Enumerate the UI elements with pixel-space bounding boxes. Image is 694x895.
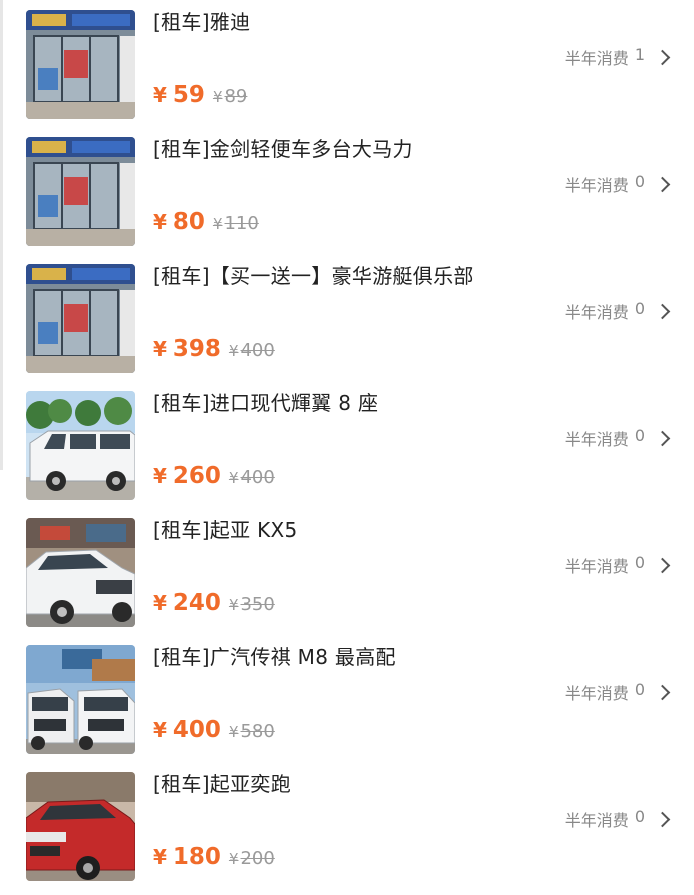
product-thumbnail-red-car[interactable] (26, 772, 135, 881)
consumption-label: 半年消费 (564, 303, 629, 322)
rental-list-page: [租车]雅迪 半年消费 1 ¥59 ¥89 [租车]金剑轻便车多台大马力 半年消… (0, 0, 694, 895)
consumption-label: 半年消费 (564, 811, 629, 830)
chevron-right-icon[interactable] (654, 176, 671, 192)
price-row: ¥59 ¥89 (153, 82, 247, 108)
chevron-right-icon[interactable] (654, 303, 671, 319)
consumption-count: 0 (634, 172, 645, 191)
original-value: 400 (240, 340, 275, 361)
original-value: 89 (224, 86, 248, 107)
original-value: 200 (240, 848, 275, 869)
list-item[interactable]: [租车]起亚奕跑 半年消费 0 ¥180 ¥200 (0, 762, 694, 889)
consumption-label: 半年消费 (564, 557, 629, 576)
consumption-count: 1 (634, 45, 645, 64)
price-value: 398 (172, 336, 221, 362)
price-currency: ¥ (153, 591, 167, 615)
original-value: 400 (240, 467, 275, 488)
product-thumbnail-suv[interactable] (26, 518, 135, 627)
sale-price: ¥180 (153, 844, 221, 870)
list-item[interactable]: [租车]进口现代輝翼 8 座 半年消费 0 ¥260 ¥400 (0, 381, 694, 508)
sale-price: ¥80 (153, 209, 205, 235)
price-currency: ¥ (153, 83, 167, 107)
original-currency: ¥ (228, 723, 239, 741)
list-item[interactable]: [租车]雅迪 半年消费 1 ¥59 ¥89 (0, 0, 694, 127)
product-thumbnail-store[interactable] (26, 137, 135, 246)
sale-price: ¥240 (153, 590, 221, 616)
original-value: 580 (240, 721, 275, 742)
product-thumbnail-mpv[interactable] (26, 645, 135, 754)
price-row: ¥398 ¥400 (153, 336, 275, 362)
price-value: 260 (172, 463, 221, 489)
sale-price: ¥260 (153, 463, 221, 489)
consumption-info[interactable]: 半年消费 1 (564, 45, 671, 69)
original-value: 350 (240, 594, 275, 615)
original-currency: ¥ (212, 215, 223, 233)
chevron-right-icon[interactable] (654, 430, 671, 446)
original-currency: ¥ (228, 469, 239, 487)
original-price: ¥89 (213, 86, 247, 107)
product-title[interactable]: [租车]起亚奕跑 (153, 768, 291, 797)
price-currency: ¥ (153, 210, 167, 234)
sale-price: ¥398 (153, 336, 221, 362)
price-value: 400 (172, 717, 221, 743)
original-currency: ¥ (228, 850, 239, 868)
consumption-info[interactable]: 半年消费 0 (564, 680, 671, 704)
price-currency: ¥ (153, 845, 167, 869)
product-title[interactable]: [租车]金剑轻便车多台大马力 (153, 133, 413, 162)
price-row: ¥260 ¥400 (153, 463, 275, 489)
price-row: ¥400 ¥580 (153, 717, 275, 743)
original-price: ¥400 (229, 467, 275, 488)
sale-price: ¥400 (153, 717, 221, 743)
product-title[interactable]: [租车]进口现代輝翼 8 座 (153, 387, 378, 416)
sale-price: ¥59 (153, 82, 205, 108)
price-value: 180 (172, 844, 221, 870)
original-currency: ¥ (212, 88, 223, 106)
original-currency: ¥ (228, 596, 239, 614)
price-row: ¥240 ¥350 (153, 590, 275, 616)
list-item[interactable]: [租车]起亚 KX5 半年消费 0 ¥240 ¥350 (0, 508, 694, 635)
price-row: ¥180 ¥200 (153, 844, 275, 870)
original-price: ¥400 (229, 340, 275, 361)
original-price: ¥350 (229, 594, 275, 615)
consumption-label: 半年消费 (564, 684, 629, 703)
consumption-count: 0 (634, 553, 645, 572)
price-currency: ¥ (153, 718, 167, 742)
consumption-count: 0 (634, 680, 645, 699)
original-price: ¥200 (229, 848, 275, 869)
product-title[interactable]: [租车]起亚 KX5 (153, 514, 298, 543)
consumption-info[interactable]: 半年消费 0 (564, 172, 671, 196)
product-thumbnail-store[interactable] (26, 264, 135, 373)
consumption-count: 0 (634, 807, 645, 826)
consumption-info[interactable]: 半年消费 0 (564, 426, 671, 450)
original-price: ¥110 (213, 213, 259, 234)
chevron-right-icon[interactable] (654, 557, 671, 573)
chevron-right-icon[interactable] (654, 684, 671, 700)
list-item[interactable]: [租车]广汽传祺 M8 最高配 半年消费 0 ¥400 ¥580 (0, 635, 694, 762)
consumption-info[interactable]: 半年消费 0 (564, 807, 671, 831)
price-value: 240 (172, 590, 221, 616)
consumption-label: 半年消费 (564, 430, 629, 449)
original-value: 110 (224, 213, 259, 234)
chevron-right-icon[interactable] (654, 811, 671, 827)
list-item[interactable]: [租车]金剑轻便车多台大马力 半年消费 0 ¥80 ¥110 (0, 127, 694, 254)
consumption-info[interactable]: 半年消费 0 (564, 553, 671, 577)
product-title[interactable]: [租车]【买一送一】豪华游艇俱乐部 (153, 260, 474, 289)
price-currency: ¥ (153, 464, 167, 488)
original-price: ¥580 (229, 721, 275, 742)
chevron-right-icon[interactable] (654, 49, 671, 65)
product-thumbnail-van[interactable] (26, 391, 135, 500)
product-thumbnail-store[interactable] (26, 10, 135, 119)
product-title[interactable]: [租车]广汽传祺 M8 最高配 (153, 641, 396, 670)
original-currency: ¥ (228, 342, 239, 360)
price-row: ¥80 ¥110 (153, 209, 259, 235)
consumption-info[interactable]: 半年消费 0 (564, 299, 671, 323)
consumption-label: 半年消费 (564, 176, 629, 195)
price-currency: ¥ (153, 337, 167, 361)
price-value: 59 (172, 82, 205, 108)
consumption-count: 0 (634, 299, 645, 318)
consumption-count: 0 (634, 426, 645, 445)
product-title[interactable]: [租车]雅迪 (153, 6, 250, 35)
list-item[interactable]: [租车]【买一送一】豪华游艇俱乐部 半年消费 0 ¥398 ¥400 (0, 254, 694, 381)
price-value: 80 (172, 209, 205, 235)
consumption-label: 半年消费 (564, 49, 629, 68)
